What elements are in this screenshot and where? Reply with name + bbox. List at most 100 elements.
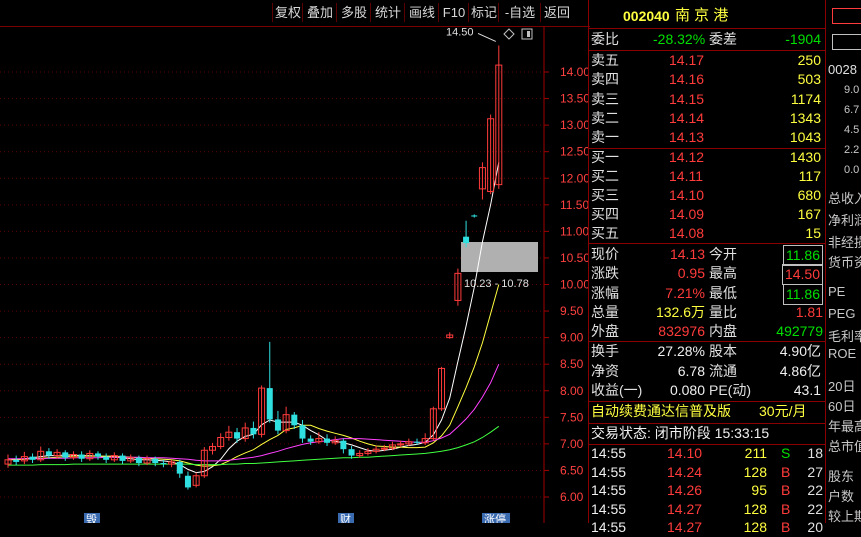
side-label: 总收入 xyxy=(828,191,861,206)
fin-row: 收益(一) 0.080 PE(动) 43.1 xyxy=(589,381,825,400)
candle-body-down xyxy=(160,463,167,465)
promo-price[interactable]: 30元/月 xyxy=(759,402,806,421)
fin-label-2: 流通 xyxy=(709,362,737,379)
side-number: 2.2 xyxy=(844,144,860,156)
event-marker[interactable]: 财 xyxy=(340,512,351,523)
high-price-arrow xyxy=(477,32,497,42)
stat-label: 涨跌 xyxy=(591,265,619,282)
y-tick-label: 12.50 xyxy=(560,145,588,159)
side-box-2[interactable] xyxy=(832,34,861,50)
stat-row: 外盘 832976 内盘 492779 xyxy=(589,322,825,341)
ask-volume: 1043 xyxy=(789,129,821,146)
side-number: 6.7 xyxy=(844,104,860,116)
trade-status-text: 交易状态: 闭市阶段 15:33:15 xyxy=(591,425,770,441)
tick-side: B xyxy=(781,463,791,480)
bid-volume: 15 xyxy=(805,225,821,241)
fin-value-2: 4.86亿 xyxy=(779,362,821,379)
side-label: PEG xyxy=(828,306,856,321)
bid-volume: 1430 xyxy=(789,149,821,165)
side-label: 年最高 xyxy=(828,419,861,434)
y-tick-label: 12.00 xyxy=(560,171,588,185)
bid-row: 买五 14.08 15 xyxy=(589,224,825,243)
promo-row[interactable]: 自动续费通达信普及版 30元/月 xyxy=(589,402,825,421)
ask-price: 14.16 xyxy=(669,71,705,88)
y-tick-label: 10.50 xyxy=(560,251,588,265)
ask-volume: 250 xyxy=(797,52,821,68)
candle-body-down xyxy=(103,456,110,460)
stat-value: 132.6万 xyxy=(655,303,705,320)
candle-body-down xyxy=(463,236,470,244)
bid-price: 14.11 xyxy=(669,168,703,184)
toolbar-button-1[interactable]: 叠加 xyxy=(302,3,337,22)
tick-side: B xyxy=(781,519,791,535)
promo-text[interactable]: 自动续费通达信普及版 xyxy=(591,402,731,421)
weicha-value: -1904 xyxy=(785,31,821,47)
candle-body-down xyxy=(324,438,331,443)
side-number: 9.0 xyxy=(844,84,860,96)
toolbar-button-3[interactable]: 统计 xyxy=(370,3,405,22)
stat-label-2: 最高 xyxy=(709,265,737,282)
bid-volume: 117 xyxy=(798,168,821,184)
y-tick-label: 13.00 xyxy=(560,118,588,132)
candle-body-down xyxy=(45,451,52,456)
candle-body-down xyxy=(62,452,69,458)
tick-row: 14:55 14.27 128 B 20 xyxy=(589,518,825,537)
stat-row: 现价 14.13 今开 11.86 xyxy=(589,245,825,266)
fin-label: 收益(一) xyxy=(591,382,643,398)
fin-value-2: 43.1 xyxy=(793,382,821,398)
tick-volume: 211 xyxy=(744,445,767,461)
side-label: 60日 xyxy=(828,399,856,414)
bid-label: 买五 xyxy=(591,225,619,241)
candle-body-down xyxy=(291,414,298,426)
candle-body-down xyxy=(29,456,36,460)
y-tick-label: 7.50 xyxy=(560,410,584,424)
tick-count: 18 xyxy=(807,445,823,461)
side-info-panel: 0028 9.0 6.7 4.5 2.2 0.0 总收入 净利润 非经损 货币资 PE PEG 毛利率… xyxy=(826,0,861,523)
y-tick-label: 8.00 xyxy=(560,384,584,398)
fin-value-2: 4.90亿 xyxy=(779,343,821,359)
tick-volume: 128 xyxy=(743,519,767,535)
candlestick-chart[interactable]: 14.00 13.50 13.00 12.50 12.00 11.50 11.00 10.50… xyxy=(0,27,588,523)
fin-label-2: PE(动) xyxy=(709,382,751,398)
tick-side: B xyxy=(781,500,791,517)
side-label: 货币资 xyxy=(828,255,861,270)
toolbar-button-5[interactable]: F10 xyxy=(438,3,469,22)
toolbar-button-4[interactable]: 画线 xyxy=(404,3,439,22)
bid-label: 买二 xyxy=(591,168,619,184)
toolbar-button-7[interactable]: -自选 xyxy=(498,3,541,22)
bid-price: 14.10 xyxy=(669,187,705,203)
side-label: 股东 xyxy=(828,469,855,484)
stat-row: 总量 132.6万 量比 1.81 xyxy=(589,303,825,322)
ask-volume: 1174 xyxy=(790,90,821,107)
toolbar-button-6[interactable]: 标记 xyxy=(468,3,499,22)
candle-body-down xyxy=(414,441,420,443)
side-label: 净利润 xyxy=(828,213,861,228)
tick-time: 14:55 xyxy=(591,482,627,498)
side-number: 4.5 xyxy=(844,124,860,136)
stat-value-2: 1.81 xyxy=(795,303,823,320)
toolbar-button-0[interactable]: 复权 xyxy=(272,3,303,22)
bid-row: 买三 14.10 680 xyxy=(589,186,825,205)
fin-row: 净资 6.78 流通 4.86亿 xyxy=(589,362,825,381)
side-label: 非经损 xyxy=(828,235,861,250)
tick-row: 14:55 14.10 211 S 18 xyxy=(589,444,825,463)
event-marker[interactable]: 毁 xyxy=(86,512,97,523)
diamond-icon[interactable] xyxy=(503,28,515,40)
weibi-row: 委比 -28.32% 委差 -1904 xyxy=(589,30,825,49)
event-marker[interactable]: 涨停 xyxy=(484,512,506,523)
toolbar-button-8[interactable]: 返回 xyxy=(540,3,573,22)
tick-time: 14:55 xyxy=(591,463,627,480)
toolbar-button-2[interactable]: 多股 xyxy=(336,3,371,22)
side-label: 较上期 xyxy=(828,509,861,523)
candle-body-down xyxy=(266,388,273,420)
ask-row: 卖一 14.13 1043 xyxy=(589,128,825,147)
side-code: 0028 xyxy=(828,62,857,77)
high-price-label: 14.50 xyxy=(446,27,474,38)
fin-value: 6.78 xyxy=(677,362,705,379)
stat-value: 14.13 xyxy=(669,246,705,262)
y-tick-label: 11.50 xyxy=(560,198,588,212)
stat-value: 832976 xyxy=(658,323,705,340)
stat-label: 涨幅 xyxy=(591,284,619,301)
side-box-1[interactable] xyxy=(832,8,861,24)
candle-body-down xyxy=(119,455,126,461)
